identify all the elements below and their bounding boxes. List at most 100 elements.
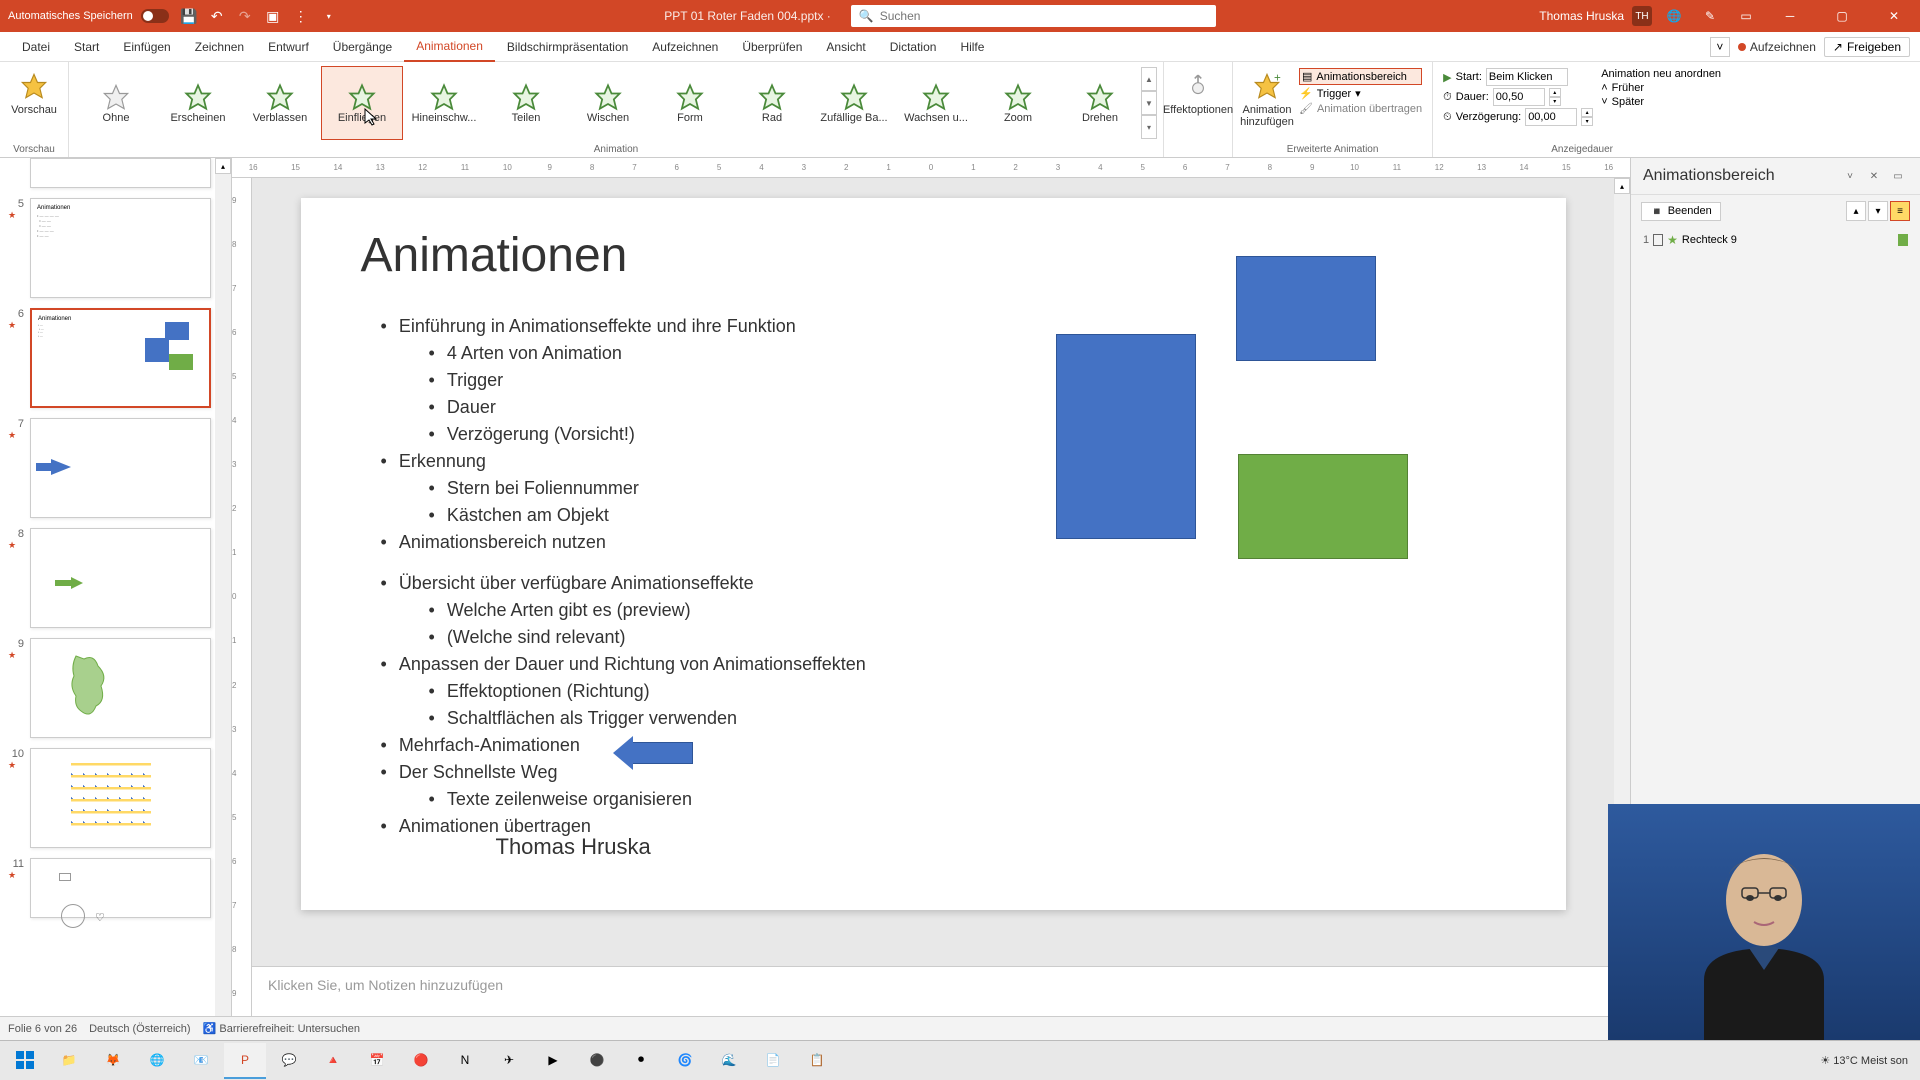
slide-thumb-9[interactable] xyxy=(30,638,211,738)
word-icon[interactable]: 📄 xyxy=(752,1043,794,1079)
slide-thumb-6[interactable]: Animationen • — • —• —• — xyxy=(30,308,211,408)
maximize-button[interactable]: ▢ xyxy=(1820,0,1864,32)
user-badge[interactable]: TH xyxy=(1632,6,1652,26)
tab-start[interactable]: Start xyxy=(62,32,111,62)
obs-icon[interactable]: ⚫ xyxy=(576,1043,618,1079)
present-icon[interactable]: ▣ xyxy=(261,4,285,28)
thumb-scrollbar[interactable] xyxy=(215,174,231,1016)
later-button[interactable]: ˅ Später xyxy=(1601,96,1721,108)
tab-dictation[interactable]: Dictation xyxy=(878,32,949,62)
earlier-button[interactable]: ˄ Früher xyxy=(1601,82,1721,94)
gallery-scroll-up[interactable]: ▲ xyxy=(1141,67,1157,91)
anim-stop-button[interactable]: ◾Beenden xyxy=(1641,202,1721,221)
shape-green-rect[interactable] xyxy=(1238,454,1408,559)
anim-timeline-toggle[interactable]: ≡ xyxy=(1890,201,1910,221)
slide-body-text[interactable]: Einführung in Animationseffekte und ihre… xyxy=(361,313,1506,840)
search-input[interactable] xyxy=(880,9,1208,23)
weather-widget[interactable]: ☀ 13°C Meist son xyxy=(1820,1054,1908,1067)
slide-thumb-11[interactable]: ♡ xyxy=(30,858,211,918)
tab-einfuegen[interactable]: Einfügen xyxy=(111,32,182,62)
app-icon-2[interactable]: 🔴 xyxy=(400,1043,442,1079)
app-icon-6[interactable]: 📋 xyxy=(796,1043,838,1079)
anim-gallery-item-12[interactable]: Drehen xyxy=(1059,66,1141,140)
undo-icon[interactable]: ↶ xyxy=(205,4,229,28)
autosave-toggle[interactable] xyxy=(141,9,169,23)
anim-gallery-item-0[interactable]: Ohne xyxy=(75,66,157,140)
slide-thumb-4-partial[interactable] xyxy=(30,158,211,188)
anim-gallery-item-8[interactable]: Rad xyxy=(731,66,813,140)
vlc-icon[interactable]: 🔺 xyxy=(312,1043,354,1079)
dauer-down[interactable]: ▾ xyxy=(1549,97,1561,106)
telegram-icon[interactable]: ✈ xyxy=(488,1043,530,1079)
slide-thumb-10[interactable] xyxy=(30,748,211,848)
explorer-icon[interactable]: 📁 xyxy=(48,1043,90,1079)
tab-ansicht[interactable]: Ansicht xyxy=(814,32,877,62)
tab-entwurf[interactable]: Entwurf xyxy=(256,32,321,62)
slide-canvas[interactable]: Animationen Einführung in Animationseffe… xyxy=(301,198,1566,910)
anim-transfer-button[interactable]: 🖌Animation übertragen xyxy=(1299,102,1422,115)
pen-icon[interactable]: ✎ xyxy=(1696,2,1724,30)
tab-hilfe[interactable]: Hilfe xyxy=(948,32,996,62)
share-button[interactable]: ↗Freigeben xyxy=(1824,37,1910,57)
tab-ueberpruefen[interactable]: Überprüfen xyxy=(730,32,814,62)
shape-blue-rect-1[interactable] xyxy=(1236,256,1376,361)
search-box[interactable]: 🔍 xyxy=(851,5,1216,27)
tab-zeichnen[interactable]: Zeichnen xyxy=(183,32,256,62)
app-icon-3[interactable]: ▶ xyxy=(532,1043,574,1079)
notes-placeholder[interactable]: Klicken Sie, um Notizen hinzuzufügen xyxy=(252,966,1614,1016)
slide-author[interactable]: Thomas Hruska xyxy=(496,834,651,860)
qat-dropdown-icon[interactable]: ▾ xyxy=(317,4,341,28)
app-icon-4[interactable]: ⏺ xyxy=(620,1043,662,1079)
powerpoint-icon[interactable]: P xyxy=(224,1043,266,1079)
trigger-button[interactable]: ⚡Trigger ▾ xyxy=(1299,87,1422,100)
qat-more-icon[interactable]: ⋮ xyxy=(289,4,313,28)
edge-icon[interactable]: 🌊 xyxy=(708,1043,750,1079)
anim-gallery-item-2[interactable]: Verblassen xyxy=(239,66,321,140)
effect-options-button[interactable]: Effektoptionen xyxy=(1170,66,1226,116)
add-animation-button[interactable]: + Animation hinzufügen xyxy=(1239,66,1295,128)
outlook-icon[interactable]: 📧 xyxy=(180,1043,222,1079)
anim-pane-pin[interactable]: ▭ xyxy=(1888,166,1908,186)
start-select[interactable] xyxy=(1486,68,1568,86)
thumb-scroll-up[interactable]: ▴ xyxy=(215,158,231,174)
anim-gallery-item-10[interactable]: Wachsen u... xyxy=(895,66,977,140)
anim-gallery-item-4[interactable]: Hineinschw... xyxy=(403,66,485,140)
app-icon-1[interactable]: 💬 xyxy=(268,1043,310,1079)
onenote-icon[interactable]: N xyxy=(444,1043,486,1079)
close-button[interactable]: ✕ xyxy=(1872,0,1916,32)
save-icon[interactable]: 💾 xyxy=(177,4,201,28)
animation-pane-button[interactable]: ▤Animationsbereich xyxy=(1299,68,1422,85)
slide-thumb-8[interactable] xyxy=(30,528,211,628)
dauer-up[interactable]: ▴ xyxy=(1549,88,1561,97)
record-button[interactable]: Aufzeichnen xyxy=(1738,40,1816,54)
gallery-more[interactable]: ▾ xyxy=(1141,115,1157,139)
verz-down[interactable]: ▾ xyxy=(1581,117,1593,126)
tab-uebergaenge[interactable]: Übergänge xyxy=(321,32,404,62)
tab-bildschirm[interactable]: Bildschirmpräsentation xyxy=(495,32,640,62)
gallery-scroll-down[interactable]: ▼ xyxy=(1141,91,1157,115)
shape-blue-rect-2[interactable] xyxy=(1056,334,1196,539)
start-menu[interactable] xyxy=(4,1043,46,1079)
verz-up[interactable]: ▴ xyxy=(1581,108,1593,117)
window-icon[interactable]: ▭ xyxy=(1732,2,1760,30)
anim-pane-close[interactable]: ✕ xyxy=(1864,166,1884,186)
slide-thumb-7[interactable] xyxy=(30,418,211,518)
anim-move-down[interactable]: ▾ xyxy=(1868,201,1888,221)
chrome-icon[interactable]: 🌐 xyxy=(136,1043,178,1079)
anim-gallery-item-7[interactable]: Form xyxy=(649,66,731,140)
anim-gallery-item-9[interactable]: Zufällige Ba... xyxy=(813,66,895,140)
verz-input[interactable] xyxy=(1525,108,1577,126)
anim-gallery-item-6[interactable]: Wischen xyxy=(567,66,649,140)
tab-datei[interactable]: Datei xyxy=(10,32,62,62)
slide-thumb-5[interactable]: Animationen • — — — — • — — • — —• — — —… xyxy=(30,198,211,298)
preview-button[interactable]: Vorschau xyxy=(6,66,62,116)
world-icon[interactable]: 🌐 xyxy=(1660,2,1688,30)
app-icon-5[interactable]: 🌀 xyxy=(664,1043,706,1079)
editor-scroll-up[interactable]: ▴ xyxy=(1614,178,1630,194)
status-accessibility[interactable]: ♿ Barrierefreiheit: Untersuchen xyxy=(203,1022,360,1035)
anim-gallery-item-1[interactable]: Erscheinen xyxy=(157,66,239,140)
tab-aufzeichnen[interactable]: Aufzeichnen xyxy=(640,32,730,62)
collapse-ribbon-icon[interactable]: ˅ xyxy=(1710,37,1730,57)
anim-gallery-item-11[interactable]: Zoom xyxy=(977,66,1059,140)
minimize-button[interactable]: ─ xyxy=(1768,0,1812,32)
